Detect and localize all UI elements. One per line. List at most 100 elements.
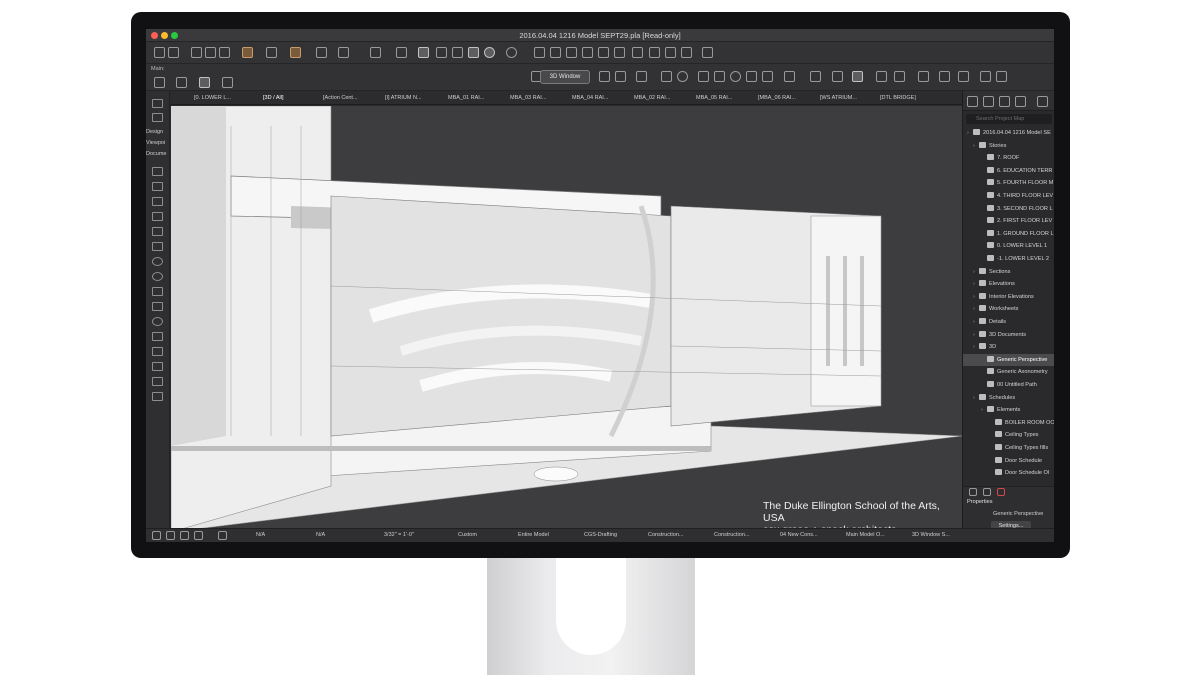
markup-icon[interactable] — [996, 71, 1007, 82]
navigator-item[interactable]: › Interior Elevations — [963, 291, 1054, 303]
publisher-icon[interactable] — [1015, 96, 1026, 107]
zone-tool-icon[interactable] — [152, 257, 163, 266]
navigator-item[interactable]: › Schedules — [963, 392, 1054, 404]
tab-mba-05[interactable]: MBA_05 RAI... — [696, 93, 732, 103]
navigator-item[interactable]: BOILER ROOM OO — [963, 417, 1054, 429]
orbit-icon[interactable] — [661, 71, 672, 82]
tab-mba-03[interactable]: MBA_03 RAI... — [510, 93, 546, 103]
arc-tool-icon[interactable] — [152, 317, 163, 326]
group-icon[interactable] — [436, 47, 447, 58]
tab-lower-level[interactable]: [0. LOWER L... — [194, 93, 231, 103]
camera-icon[interactable] — [918, 71, 929, 82]
view-map-icon[interactable] — [983, 96, 994, 107]
navigator-item[interactable]: Generic Axonometry — [963, 366, 1054, 378]
label-tool-icon[interactable] — [152, 242, 163, 251]
override-set[interactable]: Construction... — [648, 532, 683, 538]
snap-icon[interactable] — [266, 47, 277, 58]
orbit-status-icon[interactable] — [218, 531, 227, 540]
navigator-item[interactable]: Ceiling Types fills — [963, 442, 1054, 454]
fit-icon[interactable] — [194, 531, 203, 540]
navigator-item[interactable]: 7. ROOF — [963, 152, 1054, 164]
roof-icon[interactable] — [632, 47, 643, 58]
tab-mba-02[interactable]: MBA_02 RAI... — [634, 93, 670, 103]
marquee-icon[interactable] — [506, 47, 517, 58]
fit-window-icon[interactable] — [698, 71, 709, 82]
redo-icon[interactable] — [168, 47, 179, 58]
polyline-tool-icon[interactable] — [152, 332, 163, 341]
navigator-menu-icon[interactable] — [1037, 96, 1048, 107]
fillet-icon[interactable] — [598, 47, 609, 58]
navigator-item[interactable]: -1. LOWER LEVEL 2 — [963, 253, 1054, 265]
guide-line-icon[interactable] — [290, 47, 301, 58]
offset-icon[interactable] — [550, 47, 561, 58]
navigator-item[interactable]: › 3D — [963, 341, 1054, 353]
angle-dimension-tool-icon[interactable] — [152, 197, 163, 206]
sun-icon[interactable] — [832, 71, 843, 82]
copy-icon[interactable] — [665, 47, 676, 58]
project-map-search[interactable]: Search Project Map — [966, 114, 1052, 124]
navigator-item[interactable]: 1. GROUND FLOOR L — [963, 228, 1054, 240]
intersect-icon[interactable] — [582, 47, 593, 58]
spline-tool-icon[interactable] — [152, 347, 163, 356]
render-icon[interactable] — [958, 71, 969, 82]
phase-filter[interactable]: 04 New Cons... — [780, 532, 818, 538]
shadow-icon[interactable] — [852, 71, 863, 82]
level-dimension-tool-icon[interactable] — [152, 182, 163, 191]
pointer-mode-icon[interactable] — [242, 47, 253, 58]
eyedropper-icon[interactable] — [205, 47, 216, 58]
navigator-item[interactable]: › Sections — [963, 266, 1054, 278]
link-icon[interactable] — [702, 47, 713, 58]
flag-icon[interactable] — [649, 47, 660, 58]
fill-tool-icon[interactable] — [152, 272, 163, 281]
clone-icon[interactable] — [983, 488, 991, 496]
navigator-item[interactable]: Door Schedule Ol — [963, 467, 1054, 479]
toolbox-section-design[interactable]: Design — [146, 129, 163, 135]
tab-3d-all[interactable]: [3D / All] — [263, 93, 283, 103]
renovation-filter[interactable]: Construction... — [714, 532, 749, 538]
zoom-in-icon[interactable] — [166, 531, 175, 540]
magic-wand-icon[interactable] — [418, 47, 429, 58]
tab-atrium[interactable]: [I] ATRIUM N... — [385, 93, 422, 103]
tab-dtl-bridge[interactable]: [DTL BRIDGE] — [880, 93, 916, 103]
navigator-item[interactable]: 0. LOWER LEVEL 1 — [963, 240, 1054, 252]
explode-icon[interactable] — [681, 47, 692, 58]
navigator-item[interactable]: › 2016.04.04 1216 Model SE — [963, 127, 1054, 139]
navigator-item[interactable]: Generic Perspective — [963, 353, 1054, 366]
eye-icon[interactable] — [762, 71, 773, 82]
hotspot-tool-icon[interactable] — [152, 362, 163, 371]
line-tool-icon[interactable] — [152, 302, 163, 311]
tool-settings-icon[interactable] — [154, 77, 165, 88]
walk-icon[interactable] — [636, 71, 647, 82]
walls-icon[interactable] — [876, 71, 887, 82]
project-map-icon[interactable] — [967, 96, 978, 107]
tab-ws-atrium[interactable]: [WS ATRIUM... — [820, 93, 857, 103]
building-icon[interactable] — [894, 71, 905, 82]
navigator-item[interactable]: 3. SECOND FLOOR L — [963, 203, 1054, 215]
3d-window-settings[interactable]: 3D Window S... — [912, 532, 950, 538]
eraser-icon[interactable] — [199, 77, 210, 88]
status-na-1[interactable]: N/A — [256, 532, 265, 538]
tab-mba-04[interactable]: MBA_04 RAI... — [572, 93, 608, 103]
navigator-item[interactable]: › Stories — [963, 140, 1054, 152]
hatch-tool-icon[interactable] — [152, 287, 163, 296]
navigator-item[interactable]: › 3D Documents — [963, 329, 1054, 341]
model-display[interactable]: Main Model O... — [846, 532, 885, 538]
zoom-out-icon[interactable] — [180, 531, 189, 540]
split-icon[interactable] — [534, 47, 545, 58]
pen-set[interactable]: CGS-Drafting — [584, 532, 617, 538]
arrow-tool-icon[interactable] — [152, 99, 163, 108]
arrow-select-icon[interactable] — [222, 77, 233, 88]
grid-icon[interactable] — [316, 47, 327, 58]
zoom-icon[interactable] — [714, 71, 725, 82]
paint-icon[interactable] — [939, 71, 950, 82]
new-view-icon[interactable] — [969, 488, 977, 496]
status-na-2[interactable]: N/A — [316, 532, 325, 538]
figure-tool-icon[interactable] — [152, 377, 163, 386]
navigator-item[interactable]: Door Schedule — [963, 455, 1054, 467]
renovation-icon[interactable] — [484, 47, 495, 58]
trim-icon[interactable] — [614, 47, 625, 58]
navigator-item[interactable]: 00 Untitled Path — [963, 379, 1054, 391]
section-cube-icon[interactable] — [599, 71, 610, 82]
navigator-item[interactable]: › Elements — [963, 404, 1054, 416]
layer-combination[interactable]: Custom — [458, 532, 477, 538]
